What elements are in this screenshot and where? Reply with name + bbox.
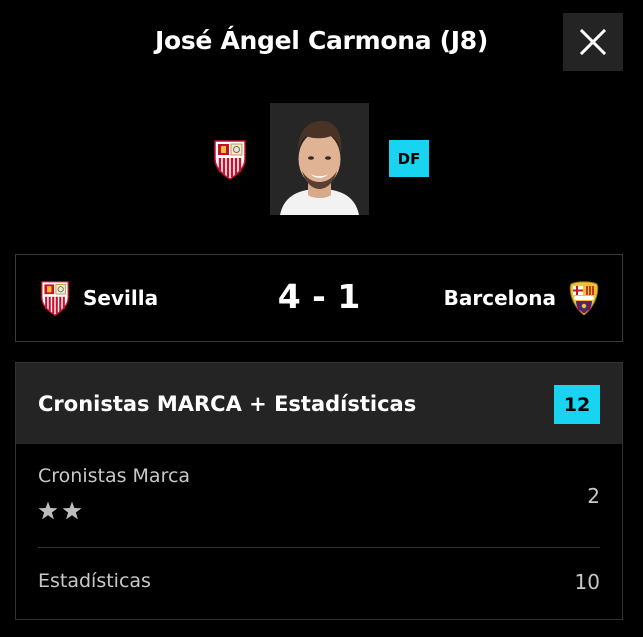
- rating-panel: Cronistas MARCA + Estadísticas 12 Cronis…: [15, 362, 623, 620]
- estadisticas-value: 10: [574, 570, 600, 594]
- cronistas-value: 2: [587, 484, 600, 508]
- position-badge: DF: [389, 140, 429, 177]
- player-header: DF: [0, 103, 643, 215]
- cronistas-stars: [38, 501, 82, 520]
- close-button[interactable]: [563, 13, 623, 71]
- rating-header: Cronistas MARCA + Estadísticas 12: [16, 363, 622, 444]
- estadisticas-label: Estadísticas: [38, 570, 151, 592]
- cronistas-label: Cronistas Marca: [38, 465, 191, 487]
- sevilla-crest-icon: [214, 140, 246, 180]
- modal-title: José Ángel Carmona (J8): [154, 26, 489, 55]
- close-icon: [580, 29, 606, 55]
- row-divider: [38, 547, 600, 548]
- rating-title: Cronistas MARCA + Estadísticas: [38, 392, 417, 416]
- star-icon: [62, 501, 82, 520]
- rating-total-badge: 12: [554, 385, 600, 424]
- away-team-name: Barcelona: [443, 286, 556, 310]
- star-icon: [38, 501, 58, 520]
- player-photo: [270, 103, 369, 215]
- barcelona-crest-icon: [569, 281, 599, 316]
- match-summary: Sevilla 4 - 1 Barcelona: [15, 254, 623, 342]
